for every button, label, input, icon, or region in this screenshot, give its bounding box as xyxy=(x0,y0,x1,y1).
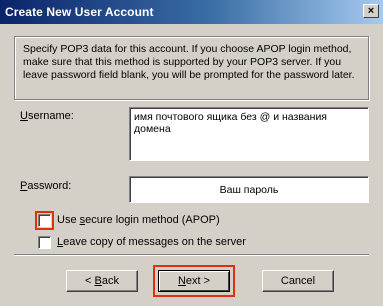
username-value: имя почтового ящика без @ и названия дом… xyxy=(134,111,327,135)
leave-copy-checkbox[interactable] xyxy=(38,236,51,249)
password-label: Password: xyxy=(20,180,72,192)
separator xyxy=(14,254,369,256)
username-input[interactable]: имя почтового ящика без @ и названия дом… xyxy=(129,107,369,161)
cancel-button[interactable]: Cancel xyxy=(262,270,334,292)
leave-copy-label[interactable]: Leave copy of messages on the server xyxy=(57,236,246,248)
password-input[interactable]: Ваш пароль xyxy=(129,176,369,203)
close-button[interactable]: × xyxy=(363,4,379,18)
close-icon: × xyxy=(367,5,375,17)
info-text: Specify POP3 data for this account. If y… xyxy=(23,43,355,81)
dialog-title: Create New User Account xyxy=(5,5,154,19)
title-bar[interactable]: Create New User Account × xyxy=(0,0,383,24)
username-label: Username: xyxy=(20,110,74,122)
apop-checkbox[interactable] xyxy=(38,214,51,227)
back-button[interactable]: < Back xyxy=(66,270,138,292)
next-button[interactable]: Next > xyxy=(158,270,230,292)
password-value: Ваш пароль xyxy=(219,184,279,196)
info-panel: Specify POP3 data for this account. If y… xyxy=(14,36,369,100)
create-user-dialog: Create New User Account × Specify POP3 d… xyxy=(0,0,383,306)
apop-label[interactable]: Use secure login method (APOP) xyxy=(57,214,220,226)
